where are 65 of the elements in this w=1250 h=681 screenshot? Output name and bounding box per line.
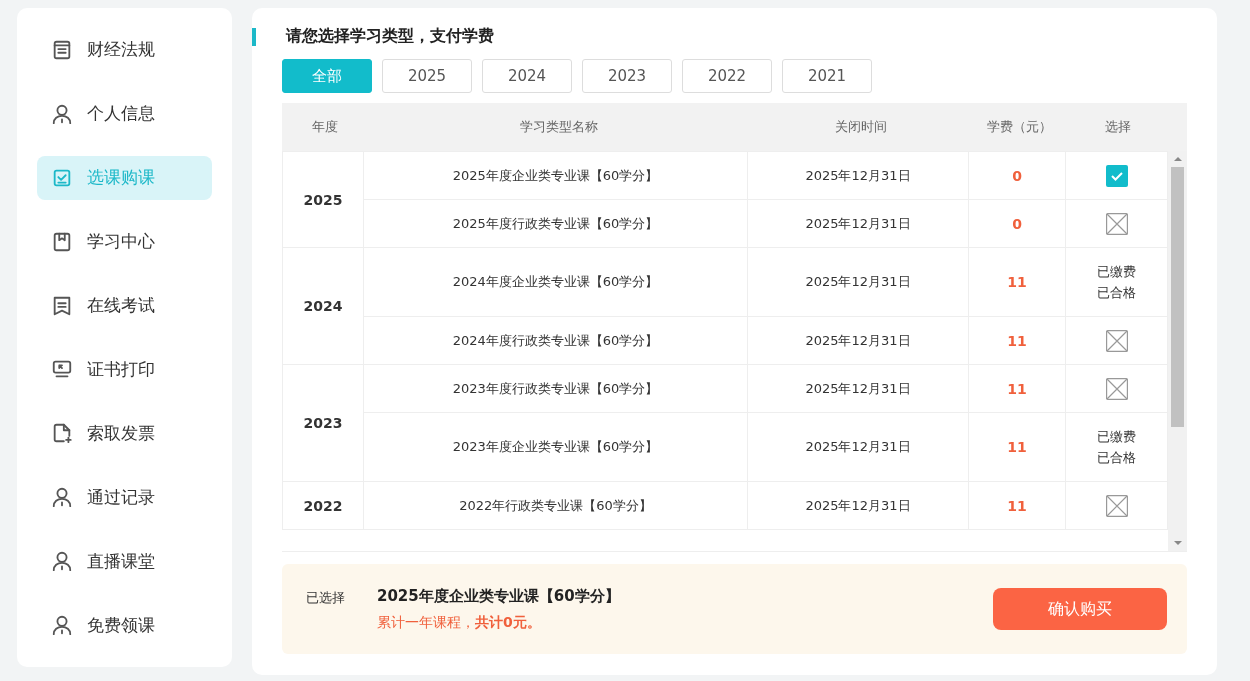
document-icon [51, 38, 73, 61]
sidebar-item[interactable]: 在线考试 [37, 283, 212, 328]
column-header: 选择 [1103, 118, 1132, 136]
selected-label: 已选择 [306, 589, 346, 607]
selected-course: 2025年度企业类专业课【60学分】 [377, 586, 621, 606]
heading-accent-bar [252, 28, 256, 46]
fee-cell: 11 [1007, 332, 1027, 349]
person-icon [51, 486, 73, 509]
year-cell: 2023 [303, 415, 343, 431]
checkbox[interactable] [1105, 164, 1128, 187]
file-plus-icon [51, 422, 73, 445]
year-cell: 2022 [303, 497, 343, 514]
sidebar-item[interactable]: 财经法规 [37, 28, 212, 72]
close-date-cell: 2025年12月31日 [805, 215, 911, 231]
course-name-cell: 2024年度企业类专业课【60学分】 [452, 274, 659, 289]
close-date-cell: 2025年12月31日 [805, 332, 911, 348]
fee-cell: 11 [1007, 497, 1027, 514]
sidebar-item[interactable]: 个人信息 [37, 91, 212, 136]
course-name-cell: 2022年行政类专业课【60学分】 [459, 497, 652, 513]
fee-cell: 0 [1012, 167, 1022, 184]
year-cell: 2024 [303, 298, 343, 314]
crossed-box-icon [1105, 212, 1128, 235]
close-date-cell: 2025年12月31日 [805, 274, 911, 289]
fee-cell: 11 [1007, 439, 1027, 455]
close-date-cell: 2025年12月31日 [805, 380, 911, 396]
status-text: 已缴费 已合格 [1097, 428, 1136, 467]
close-date-cell: 2025年12月31日 [805, 497, 911, 513]
fee-cell: 0 [1012, 215, 1022, 232]
column-header: 关闭时间 [834, 118, 888, 136]
column-header: 年度 [310, 118, 339, 136]
course-name-cell: 2024年度行政类专业课【60学分】 [452, 332, 659, 348]
total-text: 累计一年课程，共计0元。 [377, 613, 542, 632]
close-date-cell: 2025年12月31日 [805, 167, 911, 183]
sidebar-item[interactable]: 通过记录 [37, 475, 212, 520]
crossed-box-icon [1105, 494, 1128, 517]
sidebar-item[interactable]: 直播课堂 [37, 539, 212, 584]
year-cell: 2025 [303, 191, 343, 208]
person-icon [51, 102, 73, 125]
year-tab[interactable]: 2021 [782, 59, 872, 93]
course-name-cell: 2023年度行政类专业课【60学分】 [452, 380, 659, 396]
crossed-box-icon [1105, 329, 1128, 352]
scrollbar[interactable] [1168, 151, 1187, 551]
sidebar-item[interactable]: 免费领课 [37, 603, 212, 648]
person-icon [51, 614, 73, 637]
course-name-cell: 2025年度行政类专业课【60学分】 [452, 215, 659, 231]
section-heading: 请您选择学习类型，支付学费 [286, 26, 495, 47]
crossed-box-icon [1105, 377, 1128, 400]
close-date-cell: 2025年12月31日 [805, 439, 911, 454]
column-header: 学习类型名称 [519, 118, 599, 136]
year-tab[interactable]: 2025 [382, 59, 472, 93]
sidebar-item[interactable]: 学习中心 [37, 219, 212, 264]
status-text: 已缴费 已合格 [1097, 263, 1136, 302]
fee-cell: 11 [1007, 274, 1027, 290]
column-header: 学费（元） [985, 118, 1053, 136]
fee-cell: 11 [1007, 380, 1027, 397]
year-tab[interactable]: 2024 [482, 59, 572, 93]
year-tab[interactable]: 2023 [582, 59, 672, 93]
bookmark-icon [51, 230, 73, 253]
course-name-cell: 2023年度企业类专业课【60学分】 [452, 439, 659, 454]
message-icon [51, 294, 73, 317]
person-icon [51, 550, 73, 573]
sidebar-item[interactable]: 索取发票 [37, 411, 212, 456]
sidebar-item[interactable]: 证书打印 [37, 347, 212, 392]
course-name-cell: 2025年度企业类专业课【60学分】 [452, 167, 659, 183]
year-tab[interactable]: 2022 [682, 59, 772, 93]
